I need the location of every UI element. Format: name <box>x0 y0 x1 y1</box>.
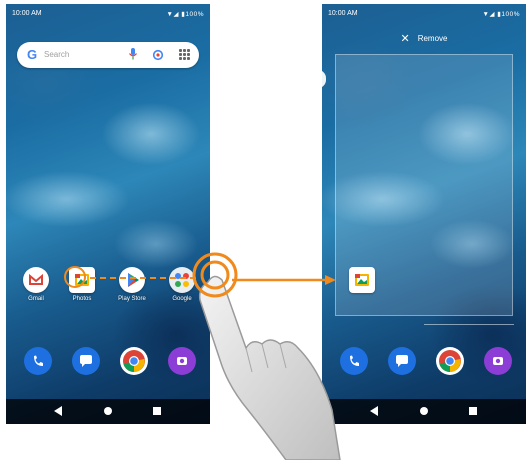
touch-point-icon <box>192 252 238 298</box>
selected-app-ring <box>64 266 86 288</box>
